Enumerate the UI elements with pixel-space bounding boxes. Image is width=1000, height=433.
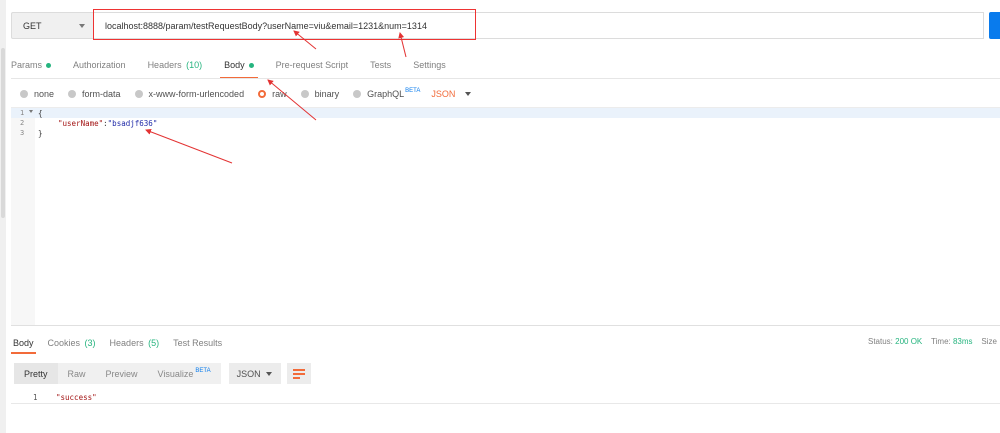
divider (11, 78, 1000, 79)
view-raw-button[interactable]: Raw (57, 363, 96, 384)
response-format-select[interactable]: JSON (228, 363, 281, 384)
tab-count: (10) (186, 60, 203, 70)
response-status-bar: Status: 200 OK Time: 83ms Size (868, 337, 997, 346)
wrap-lines-icon[interactable] (286, 363, 311, 384)
scrollbar-thumb[interactable] (1, 48, 5, 218)
radio-form-data[interactable]: form-data (68, 89, 121, 99)
tab-tests[interactable]: Tests (370, 52, 391, 78)
radio-label: binary (314, 89, 340, 99)
radio-icon (20, 90, 28, 98)
tab-label: Headers (147, 60, 182, 70)
tab-pre-request-script[interactable]: Pre-request Script (276, 52, 349, 78)
view-label: Raw (67, 368, 86, 379)
status-label: Status: (868, 337, 893, 346)
view-label: Pretty (24, 368, 48, 379)
http-method-label: GET (23, 20, 42, 31)
json-value: "bsadjf636" (107, 119, 158, 128)
line-number: 2 (20, 119, 25, 127)
status-dot-icon (248, 62, 254, 68)
view-pretty-button[interactable]: Pretty (14, 363, 58, 384)
left-scrollbar[interactable] (0, 0, 6, 433)
fold-chevron-icon[interactable] (29, 110, 33, 113)
active-line-highlight (11, 108, 1000, 118)
postman-window: GET localhost:8888/param/testRequestBody… (0, 0, 1000, 433)
tab-settings[interactable]: Settings (413, 52, 446, 78)
response-text: "success" (56, 393, 97, 402)
radio-label: GraphQL (367, 89, 405, 99)
tab-label: Params (11, 60, 43, 70)
format-label: JSON (236, 368, 261, 379)
body-language-select[interactable]: JSON (431, 89, 472, 99)
send-button[interactable] (989, 12, 1000, 39)
code-line-1: { (38, 109, 43, 118)
radio-icon (134, 90, 143, 98)
tab-label: Headers (109, 338, 144, 348)
tab-label: Body (13, 338, 34, 348)
tab-count: (5) (148, 338, 160, 348)
tab-label: Settings (413, 60, 446, 70)
size-label: Size (981, 337, 997, 346)
beta-badge: BETA (405, 88, 421, 94)
time-label: Time: (931, 337, 951, 346)
radio-icon (68, 90, 77, 98)
response-tab-test-results[interactable]: Test Results (173, 333, 222, 353)
radio-x-www-form-urlencoded[interactable]: x-www-form-urlencoded (134, 89, 245, 99)
radio-icon (300, 90, 309, 98)
status-dot-icon (46, 62, 52, 68)
radio-binary[interactable]: binary (300, 89, 340, 99)
time-value: 83ms (952, 337, 973, 346)
response-view-toolbar: Pretty Raw Preview Visualize BETA JSON (14, 363, 311, 384)
body-type-radio-group: none form-data x-www-form-urlencoded raw… (20, 87, 472, 101)
chevron-down-icon (465, 92, 472, 96)
http-method-select[interactable]: GET (11, 12, 94, 39)
tab-label: Authorization (73, 60, 126, 70)
view-label: Preview (105, 368, 138, 379)
tab-authorization[interactable]: Authorization (73, 52, 126, 78)
response-tabs: Body Cookies (3) Headers (5) Test Result… (11, 333, 236, 354)
tab-body[interactable]: Body (220, 52, 258, 79)
response-body-viewer[interactable]: 1 "success" (11, 393, 1000, 404)
radio-label: none (34, 89, 55, 99)
radio-label: form-data (82, 89, 121, 99)
radio-selected-icon (258, 90, 267, 98)
status-value: 200 OK (895, 337, 923, 346)
line-gutter (11, 108, 35, 326)
code-line-2: "userName":"bsadjf636" (58, 119, 157, 128)
tab-count: (3) (84, 338, 96, 348)
tab-label: Tests (370, 60, 392, 70)
line-number: 3 (20, 129, 25, 137)
radio-graphql[interactable]: GraphQL BETA (353, 88, 421, 99)
radio-label: raw (272, 89, 287, 99)
radio-raw[interactable]: raw (258, 89, 287, 99)
view-visualize-button[interactable]: Visualize BETA (147, 363, 221, 384)
tab-label: Test Results (173, 338, 223, 348)
tab-label: Body (224, 60, 245, 70)
view-preview-button[interactable]: Preview (95, 363, 148, 384)
line-number: 1 (33, 393, 38, 402)
tab-headers[interactable]: Headers (10) (148, 52, 203, 78)
chevron-down-icon (79, 24, 85, 28)
response-tab-cookies[interactable]: Cookies (3) (48, 333, 96, 353)
request-body-editor[interactable]: 1 2 3 { "userName":"bsadjf636" } (11, 107, 1000, 326)
chevron-down-icon (265, 372, 272, 376)
annotation-highlight-box (93, 9, 476, 40)
view-label: Visualize (157, 368, 194, 379)
tab-label: Pre-request Script (275, 60, 349, 70)
response-tab-headers[interactable]: Headers (5) (110, 333, 160, 353)
beta-badge: BETA (195, 367, 211, 374)
tab-label: Cookies (47, 338, 81, 348)
language-label: JSON (431, 89, 456, 99)
radio-none[interactable]: none (20, 89, 54, 99)
radio-icon (353, 90, 362, 98)
request-tabs: Params Authorization Headers (10) Body P… (11, 52, 468, 79)
radio-label: x-www-form-urlencoded (148, 89, 245, 99)
json-key: "userName" (58, 119, 104, 128)
response-tab-body[interactable]: Body (11, 333, 35, 354)
response-divider[interactable] (11, 325, 1000, 326)
code-line-3: } (38, 129, 43, 138)
tab-params[interactable]: Params (11, 52, 52, 78)
